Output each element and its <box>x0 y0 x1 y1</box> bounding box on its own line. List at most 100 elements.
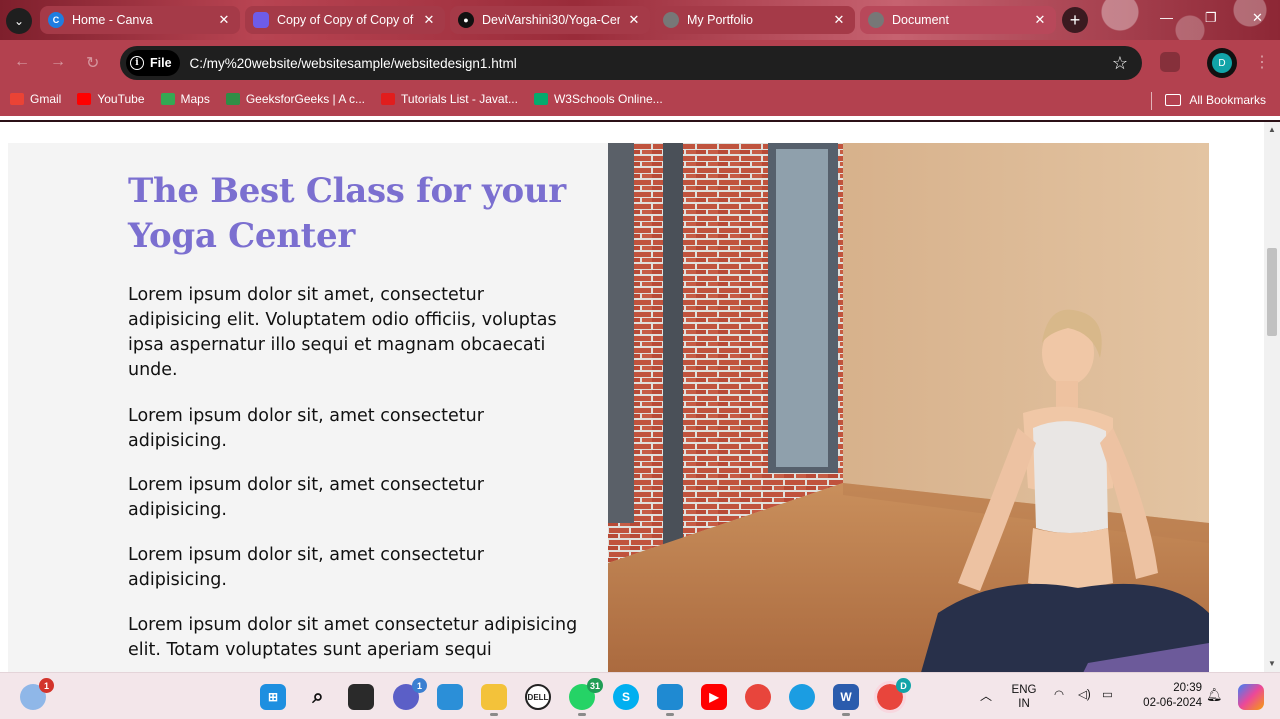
all-bookmarks-label: All Bookmarks <box>1189 93 1266 107</box>
tab-title: DeviVarshini30/Yoga-Cen <box>482 13 620 27</box>
chrome-icon[interactable] <box>745 684 771 710</box>
bookmark-w3schools[interactable]: W3Schools Online... <box>533 92 663 106</box>
canva-icon: C <box>48 12 64 28</box>
forward-arrow-icon[interactable]: → <box>50 53 66 71</box>
bookmark-maps[interactable]: Maps <box>160 92 210 106</box>
bookmark-youtube[interactable]: YouTube <box>77 92 145 106</box>
whatsapp-icon[interactable]: 31 <box>569 678 603 716</box>
vscode-icon[interactable] <box>657 684 683 716</box>
edge-icon[interactable] <box>789 684 815 710</box>
running-indicator <box>578 713 586 716</box>
bookmark-javatpoint[interactable]: Tutorials List - Javat... <box>381 92 518 106</box>
copilot-icon[interactable] <box>1238 684 1264 710</box>
close-icon[interactable]: ✕ <box>831 12 847 28</box>
scroll-thumb[interactable] <box>1267 248 1277 336</box>
clock[interactable]: 20:39 02-06-2024 <box>1130 681 1202 711</box>
scroll-down-arrow-icon[interactable]: ▼ <box>1268 659 1276 668</box>
address-bar[interactable]: i File C:/my%20website/websitesample/web… <box>120 46 1142 80</box>
notification-bell-icon[interactable]: 🔔︎ <box>1206 687 1223 703</box>
folder-icon <box>1165 94 1182 106</box>
site-info-chip[interactable]: i File <box>126 50 180 76</box>
dell-icon[interactable]: DELL <box>525 684 551 710</box>
bookmark-label: Tutorials List - Javat... <box>401 92 518 106</box>
language-indicator[interactable]: ENG IN <box>1010 683 1038 711</box>
scroll-up-arrow-icon[interactable]: ▲ <box>1268 125 1276 134</box>
weather-widget-icon[interactable]: 1 <box>20 678 54 710</box>
gfg-icon <box>225 93 240 105</box>
paragraph-4: Lorem ipsum dolor sit, amet consectetur … <box>128 545 484 590</box>
menu-kebab-icon[interactable]: ⋮ <box>1254 52 1270 72</box>
all-bookmarks-button[interactable]: All Bookmarks <box>1165 93 1266 107</box>
tab-search-button[interactable]: ⌄ <box>6 8 32 34</box>
bookmark-gmail[interactable]: Gmail <box>10 92 61 106</box>
javatpoint-icon <box>381 93 396 105</box>
chat-badge: 1 <box>412 678 427 693</box>
minimize-icon[interactable]: — <box>1160 10 1173 25</box>
gmail-icon <box>10 93 24 105</box>
close-icon[interactable]: ✕ <box>626 12 642 28</box>
battery-icon[interactable]: ▭ <box>1102 687 1113 701</box>
section-heading: The Best Class for your Yoga Center <box>128 171 566 256</box>
yoga-class-section: The Best Class for your Yoga Center Lore… <box>8 143 1209 672</box>
file-explorer-icon[interactable] <box>481 684 507 716</box>
desktop-icon[interactable] <box>437 684 463 710</box>
tab-my-portfolio[interactable]: My Portfolio ✕ <box>655 6 855 34</box>
search-icon[interactable]: ⌕ <box>305 684 331 710</box>
vertical-scrollbar[interactable]: ▲ ▼ <box>1264 122 1280 672</box>
running-indicator <box>666 713 674 716</box>
w3schools-icon <box>533 93 548 105</box>
bookmark-star-icon[interactable]: ☆ <box>1112 53 1128 74</box>
tab-canva-copy[interactable]: Copy of Copy of Copy of ✕ <box>245 6 445 34</box>
whatsapp-badge: 31 <box>586 678 603 693</box>
chat-icon[interactable]: 1 <box>393 678 427 710</box>
paragraph-1: Lorem ipsum dolor sit amet, consectetur … <box>128 285 557 380</box>
browser-toolbar: ← → ↻ i File C:/my%20website/websitesamp… <box>0 40 1280 86</box>
youtube-icon <box>77 93 92 105</box>
tab-home-canva[interactable]: C Home - Canva ✕ <box>40 6 240 34</box>
chrome-profile-badge: D <box>896 678 911 693</box>
word-icon[interactable]: W <box>833 684 859 716</box>
back-arrow-icon[interactable]: ← <box>14 53 30 71</box>
tab-github[interactable]: ● DeviVarshini30/Yoga-Cen ✕ <box>450 6 650 34</box>
bookmark-geeksforgeeks[interactable]: GeeksforGeeks | A c... <box>225 92 365 106</box>
tab-title: My Portfolio <box>687 13 753 27</box>
restore-icon[interactable]: ❐ <box>1205 10 1217 26</box>
github-icon: ● <box>458 12 474 28</box>
profile-initial: D <box>1212 53 1232 73</box>
running-indicator <box>490 713 498 716</box>
region-label: IN <box>1018 698 1030 710</box>
yoga-photo <box>608 143 1209 672</box>
windows-taskbar: 1 ⊞ ⌕ 1 DELL 31 S ▶ W D ︿ ENG IN ◠ ◁) ▭ … <box>0 672 1280 719</box>
close-icon[interactable]: ✕ <box>421 12 437 28</box>
skype-icon[interactable]: S <box>613 684 639 710</box>
volume-icon[interactable]: ◁) <box>1078 687 1091 701</box>
profile-avatar[interactable]: D <box>1207 48 1237 78</box>
windows-start-icon[interactable]: ⊞ <box>260 684 286 710</box>
task-view-icon[interactable] <box>348 684 374 710</box>
clock-time: 20:39 <box>1173 682 1202 694</box>
info-icon: i <box>130 56 144 70</box>
reload-icon[interactable]: ↻ <box>86 53 99 73</box>
close-icon[interactable]: ✕ <box>1032 12 1048 28</box>
canva-doc-icon <box>253 12 269 28</box>
globe-icon <box>868 12 884 28</box>
tab-title: Document <box>892 13 949 27</box>
extensions-puzzle-icon[interactable] <box>1160 52 1180 72</box>
running-indicator <box>842 713 850 716</box>
youtube-app-icon[interactable]: ▶ <box>701 684 727 710</box>
close-icon[interactable]: ✕ <box>216 12 232 28</box>
window-close-icon[interactable]: ✕ <box>1252 10 1263 26</box>
chrome-profile-icon[interactable]: D <box>874 678 911 713</box>
wifi-icon[interactable]: ◠ <box>1054 687 1064 701</box>
bookmark-label: Gmail <box>30 92 62 106</box>
bookmarks-divider <box>1151 92 1152 110</box>
chip-label: File <box>150 56 172 70</box>
new-tab-button[interactable]: + <box>1062 7 1088 33</box>
bookmark-label: W3Schools Online... <box>553 92 663 106</box>
tab-document[interactable]: Document ✕ <box>860 6 1056 34</box>
url-text[interactable]: C:/my%20website/websitesample/websitedes… <box>190 56 1112 71</box>
tray-overflow-chevron-icon[interactable]: ︿ <box>980 687 992 704</box>
page-viewport: The Best Class for your Yoga Center Lore… <box>0 122 1264 672</box>
bookmarks-bar: Gmail YouTube Maps GeeksforGeeks | A c..… <box>0 86 1280 116</box>
weather-badge: 1 <box>39 678 54 693</box>
